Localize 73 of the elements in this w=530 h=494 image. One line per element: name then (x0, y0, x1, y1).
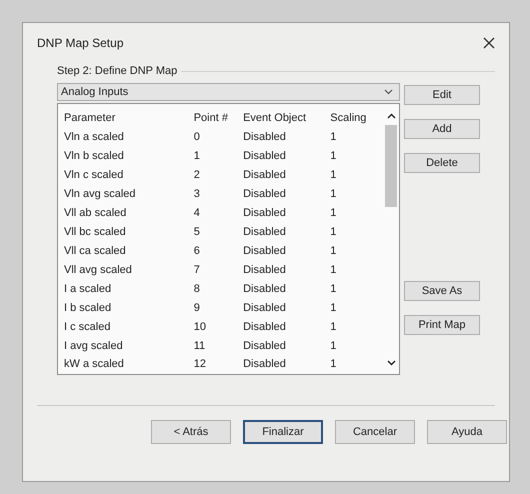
table-cell-text: Vll ca scaled (64, 244, 127, 259)
table-cell-text: 12 (192, 357, 207, 372)
table-cell-text: Vll avg scaled (64, 262, 133, 278)
table-cell-text: Vln c scaled (64, 168, 124, 184)
table-cell-text: 1 (329, 149, 338, 164)
footer-button[interactable]: Ayuda (427, 420, 507, 444)
table-cell-text: 1 (329, 300, 338, 316)
column-header[interactable]: Parameter (64, 109, 190, 128)
footer-button[interactable]: Cancelar (335, 420, 415, 444)
table-cell-text: 9 (192, 300, 201, 316)
scroll-down-icon[interactable] (386, 360, 396, 366)
close-icon[interactable] (483, 37, 495, 49)
table-cell-text: 6 (192, 244, 201, 259)
table-cell-text: 1 (329, 187, 338, 202)
table-cell-text: 7 (192, 262, 201, 278)
table-cell-text: 2 (192, 168, 201, 184)
step-label: Step 2: Define DNP Map (57, 65, 178, 77)
table-cell-text: Disabled (243, 262, 287, 278)
table-cell-text: 1 (329, 282, 338, 297)
table-cell-text: Vln a scaled (64, 130, 125, 146)
table-cell-text: 3 (192, 187, 201, 202)
table-cell-text: I avg scaled (64, 338, 124, 354)
table-cell-text: Vll ab scaled (64, 206, 128, 222)
table-cell-text: 1 (192, 149, 201, 164)
table-cell-text: I a scaled (64, 282, 112, 297)
table-cell-text: 1 (329, 244, 338, 259)
chevron-down-icon (384, 89, 393, 95)
table-cell-text: I b scaled (64, 300, 112, 316)
table-cell-text: Disabled (243, 168, 287, 184)
table-cell-text: Disabled (243, 149, 287, 164)
type-dropdown[interactable]: Analog Inputs (57, 83, 400, 101)
table-cell-text: 1 (329, 357, 338, 372)
table-cell-text: Disabled (243, 206, 287, 222)
table-cell-text: Vln avg scaled (64, 187, 137, 202)
table-cell-text: 1 (329, 168, 338, 184)
column-header[interactable]: Scaling (324, 109, 374, 128)
table-cell-text: Disabled (243, 338, 287, 354)
scroll-up-icon[interactable] (386, 113, 396, 119)
table-cell-text: Disabled (243, 300, 287, 316)
footer-button[interactable]: < Atrás (151, 420, 231, 444)
table-cell-text: 10 (192, 320, 207, 335)
table-cell-text: 1 (329, 320, 338, 335)
table-cell-text: I c scaled (64, 320, 112, 335)
table-cell-text: 1 (329, 206, 338, 222)
side-button[interactable]: Print Map (404, 315, 480, 335)
table-cell-text: 0 (192, 130, 201, 146)
side-button[interactable]: Delete (404, 153, 480, 173)
table-cell-text: 8 (192, 282, 201, 297)
table-cell-text: 1 (329, 224, 338, 240)
column-header[interactable]: Event Object (243, 109, 324, 128)
table-cell-text: 5 (192, 224, 201, 240)
table-cell-text: Vln b scaled (64, 149, 125, 164)
scrollbar-thumb[interactable] (385, 125, 397, 207)
column-header[interactable]: Point # (190, 109, 244, 128)
window-title: DNP Map Setup (37, 36, 124, 50)
table-cell-text: 4 (192, 206, 201, 222)
table-cell-text: Disabled (243, 357, 287, 372)
side-button[interactable]: Edit (404, 85, 480, 105)
table-cell-text: 1 (329, 262, 338, 278)
table-cell-text: 1 (329, 130, 338, 146)
table-cell-text: Disabled (243, 282, 287, 297)
table-cell-text: 11 (192, 338, 206, 354)
table-cell-text: Disabled (243, 187, 287, 202)
table-cell-text: Disabled (243, 130, 287, 146)
table-cell-text: 1 (329, 338, 338, 354)
table-cell-text: Disabled (243, 244, 287, 259)
side-button[interactable]: Save As (404, 281, 480, 301)
table-cell-text: kW a scaled (64, 357, 125, 372)
table-cell-text: Vll bc scaled (64, 224, 127, 240)
table-cell-text: Disabled (243, 224, 287, 240)
table-cell-text: Disabled (243, 320, 287, 335)
side-button[interactable]: Add (404, 119, 480, 139)
footer-button[interactable]: Finalizar (243, 420, 323, 444)
